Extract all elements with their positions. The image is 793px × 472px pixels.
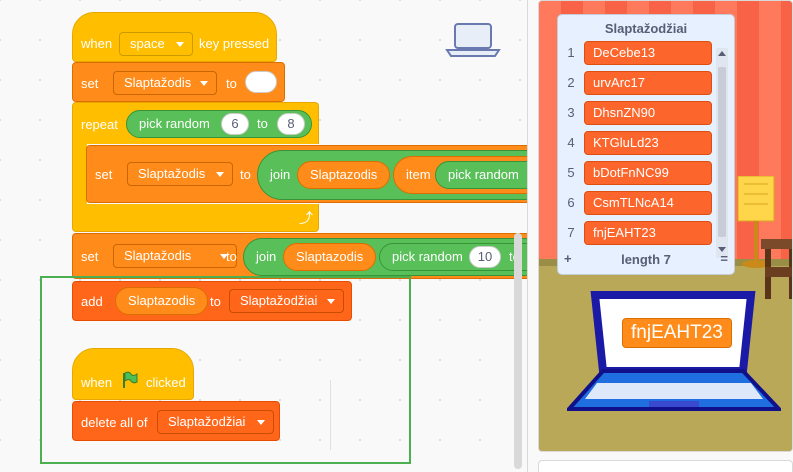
when-label: when [81, 36, 113, 51]
join-label: join [270, 167, 291, 182]
when-key-pressed-block[interactable]: when space key pressed [72, 12, 277, 62]
list-item[interactable]: 5 bDotFnNC99 [564, 160, 734, 186]
to-label: to [226, 249, 237, 264]
list-item-index: 7 [567, 225, 575, 240]
scroll-up-icon[interactable] [718, 51, 726, 56]
variable-dropdown[interactable]: Slaptažodis [127, 162, 233, 186]
variable-dropdown-value: Slaptažodis [138, 166, 206, 181]
random-to-input[interactable]: 8 [277, 113, 305, 135]
laptop-sprite-icon[interactable] [445, 22, 501, 63]
list-item-index: 4 [567, 135, 575, 150]
list-length-label: length 7 [621, 252, 671, 267]
vertical-scrollbar[interactable] [514, 233, 522, 469]
set-join-block-2[interactable]: set Slaptažodis to join Slaptazodis pick… [72, 233, 527, 279]
list-item-index: 3 [567, 105, 575, 120]
list-item-index: 5 [567, 165, 575, 180]
set-label: set [81, 249, 99, 264]
laptop-sprite[interactable] [564, 291, 784, 428]
list-item-value[interactable]: bDotFnNC99 [584, 161, 712, 185]
variable-dropdown-value: Slaptažodis [124, 75, 192, 90]
list-item-value[interactable]: urvArc17 [584, 71, 712, 95]
key-dropdown[interactable]: space [119, 32, 193, 56]
variable-reporter[interactable]: Slaptazodis [283, 243, 377, 271]
random-from-input[interactable]: 10 [469, 246, 501, 268]
list-item[interactable]: 4 KTGluLd23 [564, 130, 734, 156]
repeat-arrow-icon: ⤴ [299, 210, 313, 226]
item-label: item [406, 167, 431, 182]
list-monitor-title: Slaptažodžiai [604, 21, 688, 36]
random-to-label: to [257, 116, 268, 131]
list-monitor-footer: + length 7 = [558, 250, 734, 270]
list-item-index: 1 [567, 45, 575, 60]
set-variable-block[interactable]: set Slaptažodis to [72, 62, 285, 102]
pick-random-label: pick random [139, 116, 210, 131]
list-item-value[interactable]: DeCebe13 [584, 41, 712, 65]
chevron-down-icon [216, 172, 224, 177]
key-dropdown-value: space [130, 36, 165, 51]
join-label: join [256, 249, 277, 264]
set-label: set [81, 76, 99, 91]
variable-dropdown[interactable]: Slaptažodis [113, 244, 237, 268]
to-label: to [226, 76, 237, 91]
repeat-block-arm [72, 144, 87, 204]
chevron-down-icon [200, 81, 208, 86]
to-label: to [240, 167, 251, 182]
drag-guide-line [330, 380, 331, 450]
list-item[interactable]: 1 DeCebe13 [564, 40, 734, 66]
random-from-input[interactable]: 6 [221, 113, 249, 135]
code-area[interactable]: when space key pressed set Slaptažodis t… [0, 0, 528, 472]
pick-random-label: pick random [448, 167, 519, 182]
list-item[interactable]: 7 fnjEAHT23 [564, 220, 734, 246]
pick-random-label: pick random [392, 249, 463, 264]
list-monitor[interactable]: Slaptažodžiai 1 DeCebe13 2 urvArc17 3 DhsnZ… [557, 14, 735, 275]
set-join-block[interactable]: set Slaptažodis to join Slaptazodis item… [86, 145, 527, 203]
repeat-label: repeat [81, 117, 118, 132]
list-item-index: 2 [567, 75, 575, 90]
list-item-value[interactable]: KTGluLd23 [584, 131, 712, 155]
pick-random-reporter[interactable]: pick random [379, 243, 527, 271]
list-item[interactable]: 3 DhsnZN90 [564, 100, 734, 126]
key-pressed-label: key pressed [199, 36, 270, 51]
list-item-index: 6 [567, 195, 575, 210]
list-scrollbar-thumb[interactable] [718, 67, 726, 237]
repeat-block[interactable]: repeat pick random 6 to 8 [72, 102, 319, 144]
list-item-value[interactable]: CsmTLNcA14 [584, 191, 712, 215]
variable-dropdown[interactable]: Slaptažodis [113, 71, 217, 95]
variable-reporter[interactable]: Slaptazodis [297, 161, 391, 189]
selection-rectangle [40, 276, 411, 464]
value-input[interactable] [245, 71, 277, 93]
pick-random-reporter[interactable]: pick random [435, 161, 527, 189]
set-label: set [95, 167, 113, 182]
list-item-value[interactable]: DhsnZN90 [584, 101, 712, 125]
list-item-value[interactable]: fnjEAHT23 [584, 221, 712, 245]
list-item[interactable]: 6 CsmTLNcA14 [564, 190, 734, 216]
repeat-block-foot: ⤴ [72, 204, 319, 232]
resize-handle[interactable]: = [720, 251, 728, 266]
variable-dropdown-value: Slaptažodis [124, 248, 192, 263]
laptop-screen-text: fnjEAHT23 [622, 318, 732, 348]
chevron-down-icon [176, 42, 184, 47]
stage-bottom-panel [538, 460, 793, 472]
list-item[interactable]: 2 urvArc17 [564, 70, 734, 96]
